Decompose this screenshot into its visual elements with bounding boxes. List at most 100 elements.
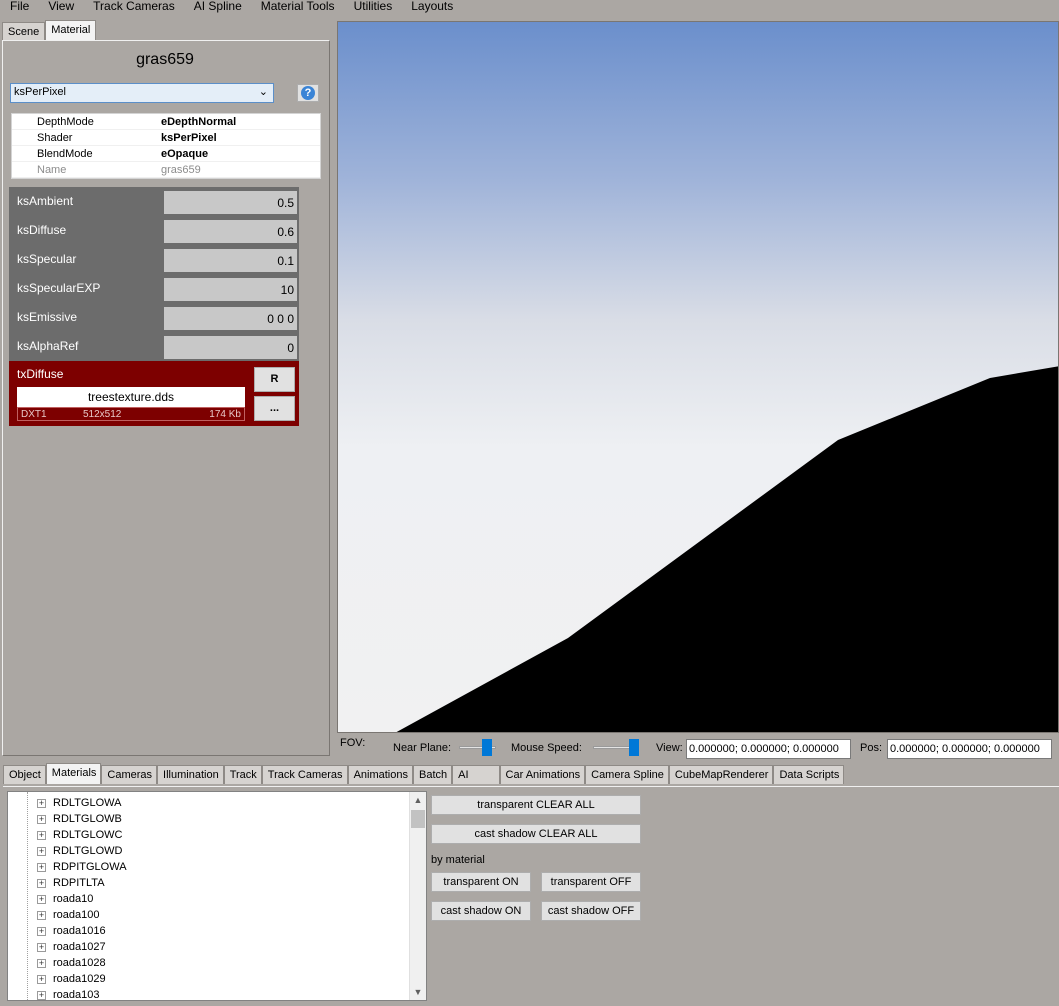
expand-icon[interactable]: + — [37, 911, 46, 920]
tree-item[interactable]: + roada1027 — [8, 940, 408, 956]
material-tree[interactable]: + RDLTGLOWA + RDLTGLOWB + RDLTGLOWC + RDLTGL… — [7, 791, 427, 1001]
mouse-speed-label: Mouse Speed: — [511, 742, 582, 754]
tab-batch[interactable]: Batch — [412, 765, 453, 784]
tab-ai[interactable]: AI — [452, 765, 500, 784]
tree-item[interactable]: + RDPITGLOWA — [8, 860, 408, 876]
tree-item[interactable]: + roada10 — [8, 892, 408, 908]
tab-scene[interactable]: Scene — [2, 22, 46, 41]
texture-info: DXT1 512x512 174 Kb — [17, 407, 245, 421]
tab-cameras[interactable]: Cameras — [101, 765, 158, 784]
tree-item-label: roada1016 — [53, 925, 106, 937]
materials-panel: + RDLTGLOWA + RDLTGLOWB + RDLTGLOWC + RDLTGL… — [3, 786, 1059, 1006]
pos-field[interactable]: 0.000000; 0.000000; 0.000000 — [887, 739, 1052, 759]
tree-item[interactable]: + RDPITLTA — [8, 876, 408, 892]
mouse-speed-slider[interactable] — [593, 737, 639, 757]
menu-file[interactable]: File — [0, 0, 38, 19]
param-label: ksSpecular — [17, 252, 77, 266]
tree-item-label: RDLTGLOWB — [53, 813, 122, 825]
tree-item[interactable]: + roada1028 — [8, 956, 408, 972]
param-value-field[interactable]: 0 0 0 — [164, 307, 297, 330]
param-row: ksSpecularEXP 10 — [9, 274, 299, 303]
param-label: ksEmissive — [17, 310, 78, 324]
expand-icon[interactable]: + — [37, 927, 46, 936]
transparent-on-button[interactable]: transparent ON — [431, 872, 531, 892]
expand-icon[interactable]: + — [37, 975, 46, 984]
expand-icon[interactable]: + — [37, 847, 46, 856]
cast-shadow-on-button[interactable]: cast shadow ON — [431, 901, 531, 921]
tree-item[interactable]: + roada103 — [8, 988, 408, 1000]
view-label: View: — [656, 742, 683, 754]
texture-label: txDiffuse — [17, 367, 64, 381]
expand-icon[interactable]: + — [37, 943, 46, 952]
slider-thumb[interactable] — [482, 739, 492, 756]
expand-icon[interactable]: + — [37, 799, 46, 808]
tab-track[interactable]: Track — [223, 765, 262, 784]
expand-icon[interactable]: + — [37, 879, 46, 888]
expand-icon[interactable]: + — [37, 831, 46, 840]
param-value-field[interactable]: 0.6 — [164, 220, 297, 243]
3d-viewport[interactable] — [337, 21, 1059, 733]
tab-illumination[interactable]: Illumination — [157, 765, 224, 784]
texture-reload-button[interactable]: R — [254, 367, 295, 392]
tree-item[interactable]: + RDLTGLOWB — [8, 812, 408, 828]
tree-item[interactable]: + roada1016 — [8, 924, 408, 940]
scroll-up-icon[interactable]: ▲ — [410, 792, 426, 808]
tree-item[interactable]: + roada1029 — [8, 972, 408, 988]
property-row[interactable]: Shader ksPerPixel — [12, 130, 320, 146]
tab-car-animations[interactable]: Car Animations — [499, 765, 586, 784]
transparent-off-button[interactable]: transparent OFF — [541, 872, 641, 892]
tab-animations[interactable]: Animations — [347, 765, 413, 784]
help-button[interactable]: ? — [297, 84, 319, 102]
tree-item[interactable]: + roada100 — [8, 908, 408, 924]
menu-layouts[interactable]: Layouts — [401, 0, 462, 19]
param-value-field[interactable]: 0.1 — [164, 249, 297, 272]
tab-material[interactable]: Material — [45, 20, 97, 41]
tree-item[interactable]: + RDLTGLOWC — [8, 828, 408, 844]
expand-icon[interactable]: + — [37, 991, 46, 1000]
param-value-field[interactable]: 10 — [164, 278, 297, 301]
by-material-label: by material — [431, 854, 485, 866]
expand-icon[interactable]: + — [37, 863, 46, 872]
expand-icon[interactable]: + — [37, 895, 46, 904]
terrain-silhouette — [396, 366, 1058, 732]
param-label: ksAmbient — [17, 194, 74, 208]
tab-camera-spline[interactable]: Camera Spline — [585, 765, 669, 784]
expand-icon[interactable]: + — [37, 959, 46, 968]
param-row: ksEmissive 0 0 0 — [9, 303, 299, 332]
shader-dropdown[interactable]: ksPerPixel ⌄ — [10, 83, 274, 103]
tree-item[interactable]: + RDLTGLOWD — [8, 844, 408, 860]
expand-icon[interactable]: + — [37, 815, 46, 824]
tab-data-scripts[interactable]: Data Scripts — [773, 765, 845, 784]
property-key: BlendMode — [37, 148, 93, 160]
transparent-clear-all-button[interactable]: transparent CLEAR ALL — [431, 795, 641, 815]
param-value-field[interactable]: 0.5 — [164, 191, 297, 214]
menu-utilities[interactable]: Utilities — [344, 0, 402, 19]
property-row[interactable]: Name gras659 — [12, 162, 320, 178]
tree-item[interactable]: + RDLTGLOWA — [8, 796, 408, 812]
param-value-field[interactable]: 0 — [164, 336, 297, 359]
near-plane-slider[interactable] — [459, 737, 496, 757]
texture-file-name[interactable]: treestexture.dds — [17, 387, 245, 407]
property-row[interactable]: DepthMode eDepthNormal — [12, 114, 320, 130]
cast-shadow-clear-all-button[interactable]: cast shadow CLEAR ALL — [431, 824, 641, 844]
tab-object[interactable]: Object — [3, 765, 46, 784]
scroll-down-icon[interactable]: ▼ — [410, 984, 426, 1000]
menu-material-tools[interactable]: Material Tools — [251, 0, 344, 19]
pos-label: Pos: — [860, 742, 883, 754]
tab-track-cameras[interactable]: Track Cameras — [261, 765, 348, 784]
tab-materials[interactable]: Materials — [45, 763, 102, 784]
menu-track-cameras[interactable]: Track Cameras — [83, 0, 184, 19]
param-row: ksSpecular 0.1 — [9, 245, 299, 274]
property-key: DepthMode — [37, 116, 94, 128]
menu-view[interactable]: View — [38, 0, 83, 19]
view-field[interactable]: 0.000000; 0.000000; 0.000000 — [686, 739, 851, 759]
slider-thumb[interactable] — [629, 739, 639, 756]
menu-ai-spline[interactable]: AI Spline — [184, 0, 251, 19]
scrollbar-thumb[interactable] — [411, 810, 425, 828]
tab-cubemaprenderer[interactable]: CubeMapRenderer — [668, 765, 774, 784]
tree-scrollbar[interactable]: ▲ ▼ — [409, 792, 426, 1000]
viewport-controls: FOV: Near Plane: Mouse Speed: View: 0.00… — [337, 735, 1059, 761]
texture-browse-button[interactable]: ... — [254, 396, 295, 421]
cast-shadow-off-button[interactable]: cast shadow OFF — [541, 901, 641, 921]
property-row[interactable]: BlendMode eOpaque — [12, 146, 320, 162]
